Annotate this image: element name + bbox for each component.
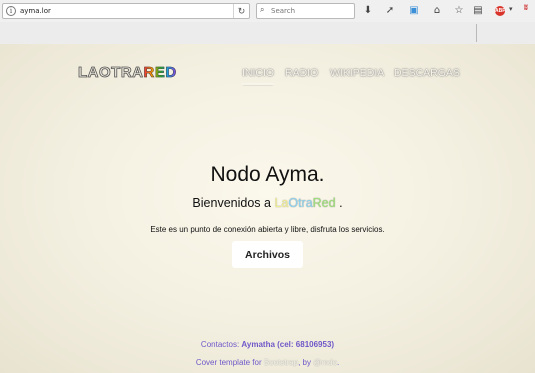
welcome-suffix: .	[339, 196, 343, 210]
contact-value: Aymatha (cel: 68106953)	[241, 340, 335, 349]
nav-item-wikipedia[interactable]: Wikipedia	[330, 66, 384, 80]
nav-item-inicio[interactable]: Inicio	[242, 66, 275, 85]
nav-item-radio[interactable]: Radio	[285, 66, 318, 80]
site-header: LAOTRA RED Inicio Radio Wikipedia Descar…	[0, 44, 535, 104]
search-input[interactable]	[271, 5, 351, 17]
site-logo[interactable]: LAOTRA RED	[78, 64, 177, 82]
bootstrap-link[interactable]: Bootstrap	[264, 358, 298, 367]
intro-text: Este es un punto de conexión abierta y l…	[150, 225, 385, 234]
search-bar[interactable]: ⌕	[256, 3, 355, 19]
credit-prefix: Cover template for	[195, 358, 262, 367]
reload-icon[interactable]: ↻	[233, 4, 249, 18]
page-content: LAOTRA RED Inicio Radio Wikipedia Descar…	[0, 44, 535, 373]
url-text[interactable]: ayma.lor	[20, 6, 51, 16]
chevron-down-icon[interactable]: ▾	[509, 5, 513, 13]
brand-otra: Otra	[288, 196, 313, 210]
contact-line: Contactos: Aymatha (cel: 68106953)	[0, 340, 535, 350]
site-info-icon[interactable]: i	[6, 6, 16, 16]
home-icon[interactable]: ⌂	[430, 4, 444, 18]
contact-label: Contactos:	[200, 340, 240, 349]
brand-red: Red	[312, 196, 336, 210]
logo-text-part1: LAOTRA	[78, 64, 144, 82]
brand-la: La	[274, 196, 289, 210]
mdo-link[interactable]: @mdo	[313, 358, 337, 367]
page-title: Nodo Ayma.	[210, 163, 325, 186]
nav-item-descargas[interactable]: Descargas	[394, 66, 460, 80]
screenshot-icon[interactable]: ▣	[407, 4, 421, 18]
credit-suffix: .	[336, 358, 340, 367]
archivos-button[interactable]: Archivos	[232, 241, 303, 268]
send-icon[interactable]: ➚	[383, 4, 397, 18]
credit-mid: , by	[298, 358, 312, 367]
welcome-text: Bienvenidos a LaOtraRed .	[0, 195, 535, 211]
welcome-prefix: Bienvenidos a	[192, 196, 271, 210]
bookmarks-strip	[0, 22, 535, 44]
credit-line: Cover template for Bootstrap, by @mdo.	[0, 358, 535, 368]
address-bar[interactable]: i ayma.lor ↻	[2, 3, 250, 19]
download-icon[interactable]: ⬇	[361, 4, 375, 18]
browser-toolbar: i ayma.lor ↻ ⌕ ⬇ ➚ ▣ ⌂ ☆ ▤ ABP ▾ ʬ	[0, 0, 535, 44]
logo-text-part2: RED	[143, 64, 177, 82]
toolbar-divider	[476, 24, 477, 42]
bookmark-star-icon[interactable]: ☆	[452, 4, 466, 18]
search-icon: ⌕	[260, 5, 265, 14]
adblock-icon[interactable]: ABP	[495, 6, 506, 16]
extension-icon[interactable]: ʬ	[524, 5, 528, 12]
library-icon[interactable]: ▤	[471, 4, 485, 18]
